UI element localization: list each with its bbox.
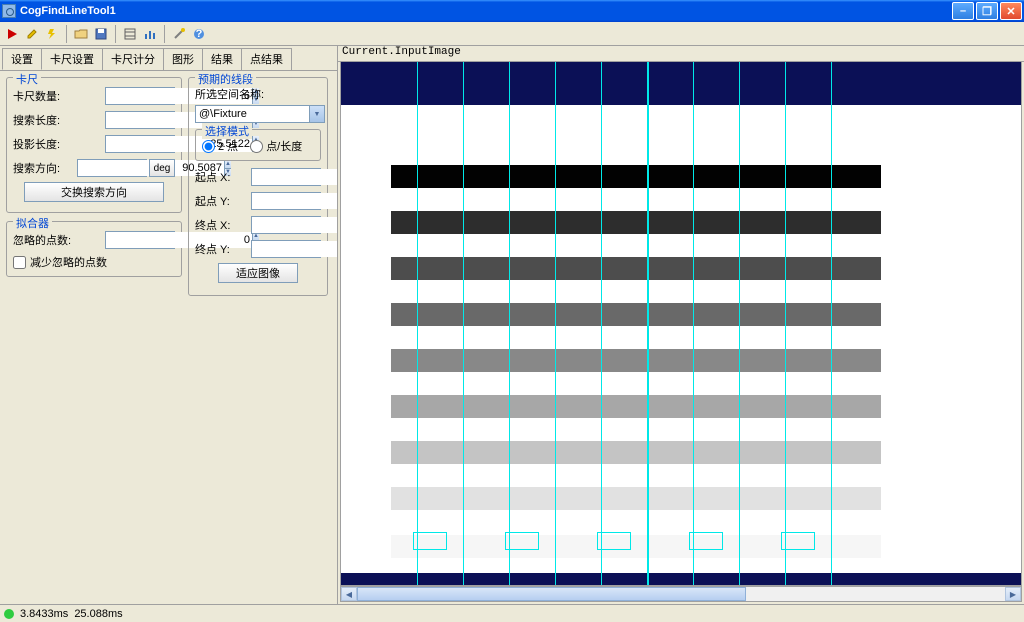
- caliper-line: [693, 62, 694, 586]
- tab-result[interactable]: 结果: [202, 48, 242, 70]
- mode-group-title: 选择模式: [202, 123, 252, 139]
- maximize-button[interactable]: ❐: [976, 2, 998, 20]
- tab-settings[interactable]: 设置: [2, 48, 42, 70]
- edit-icon[interactable]: [24, 26, 40, 42]
- close-button[interactable]: ✕: [1000, 2, 1022, 20]
- mode-ptlen-radio[interactable]: 点/长度: [250, 138, 302, 154]
- proj-len-spinner[interactable]: ▲▼: [105, 135, 175, 153]
- scroll-right-icon[interactable]: ▶: [1005, 587, 1021, 601]
- end-y-label: 终点 Y:: [195, 241, 251, 257]
- grayscale-band: [391, 257, 881, 280]
- fit-image-button[interactable]: 适应图像: [218, 263, 298, 283]
- caliper-group: 卡尺 卡尺数量: ▲▼ 搜索长度: ▲▼ 投影长度: ▲▼: [6, 77, 182, 213]
- statusbar: 3.8433ms 25.088ms: [0, 604, 1024, 622]
- window-title: CogFindLineTool1: [20, 5, 952, 17]
- status-time2: 25.088ms: [74, 608, 122, 620]
- end-y-spinner[interactable]: ▲▼: [251, 240, 321, 258]
- caliper-box: [781, 532, 815, 550]
- ignore-points-label: 忽略的点数:: [13, 232, 105, 248]
- chart-icon[interactable]: [142, 26, 158, 42]
- search-dir-spinner[interactable]: ▲▼: [77, 159, 147, 177]
- caliper-box: [597, 532, 631, 550]
- app-icon: [2, 4, 16, 18]
- space-label: 所选空间名称:: [195, 86, 321, 102]
- caliper-count-spinner[interactable]: ▲▼: [105, 87, 175, 105]
- end-x-label: 终点 X:: [195, 217, 251, 233]
- space-select[interactable]: @\Fixture▼: [195, 105, 325, 123]
- left-panel: 设置 卡尺设置 卡尺计分 图形 结果 点结果 卡尺 卡尺数量: ▲▼: [0, 46, 338, 604]
- grayscale-band: [391, 395, 881, 418]
- viewer-label: Current.InputImage: [338, 46, 1024, 62]
- caliper-line: [463, 62, 464, 586]
- horizontal-scrollbar[interactable]: ◀ ▶: [340, 586, 1022, 602]
- titlebar: CogFindLineTool1 – ❐ ✕: [0, 0, 1024, 22]
- mode-2pt-radio[interactable]: 2 点: [202, 138, 238, 154]
- caliper-line: [831, 62, 832, 586]
- caliper-line: [739, 62, 740, 586]
- segment-group-title: 预期的线段: [195, 71, 256, 87]
- grayscale-band: [391, 211, 881, 234]
- search-len-spinner[interactable]: ▲▼: [105, 111, 175, 129]
- help-icon[interactable]: ?: [191, 26, 207, 42]
- caliper-box: [413, 532, 447, 550]
- swap-search-dir-button[interactable]: 交换搜索方向: [24, 182, 164, 202]
- proj-len-label: 投影长度:: [13, 136, 105, 152]
- run-icon[interactable]: [4, 26, 20, 42]
- caliper-line: [509, 62, 510, 586]
- grid-icon[interactable]: [122, 26, 138, 42]
- image-viewer[interactable]: [340, 62, 1022, 586]
- fitter-group: 拟合器 忽略的点数: ▲▼ 减少忽略的点数: [6, 221, 182, 277]
- save-icon[interactable]: [93, 26, 109, 42]
- grayscale-band: [391, 303, 881, 326]
- caliper-line: [555, 62, 556, 586]
- tab-caliper-settings[interactable]: 卡尺设置: [41, 48, 103, 70]
- caliper-box: [689, 532, 723, 550]
- caliper-line: [417, 62, 418, 586]
- svg-text:?: ?: [196, 28, 203, 40]
- ignore-points-spinner[interactable]: ▲▼: [105, 231, 175, 249]
- wizard-icon[interactable]: [171, 26, 187, 42]
- reduce-ignore-checkbox[interactable]: [13, 256, 26, 269]
- folder-icon[interactable]: [73, 26, 89, 42]
- reduce-ignore-label: 减少忽略的点数: [30, 254, 107, 270]
- grayscale-band: [391, 165, 881, 188]
- direction-arrow-icon: [647, 62, 649, 586]
- start-y-label: 起点 Y:: [195, 193, 251, 209]
- grayscale-band: [391, 441, 881, 464]
- tab-bar: 设置 卡尺设置 卡尺计分 图形 结果 点结果: [0, 46, 337, 71]
- grayscale-band: [391, 487, 881, 510]
- search-dir-label: 搜索方向:: [13, 160, 77, 176]
- grayscale-band: [391, 349, 881, 372]
- deg-button[interactable]: deg: [149, 159, 175, 177]
- caliper-box: [505, 532, 539, 550]
- status-indicator-icon: [4, 609, 14, 619]
- segment-group: 预期的线段 所选空间名称: @\Fixture▼ 选择模式 2 点 点/长度: [188, 77, 328, 296]
- start-x-label: 起点 X:: [195, 169, 251, 185]
- tab-point-result[interactable]: 点结果: [241, 48, 292, 70]
- flash-icon[interactable]: [44, 26, 60, 42]
- tab-caliper-score[interactable]: 卡尺计分: [102, 48, 164, 70]
- end-x-spinner[interactable]: ▲▼: [251, 216, 321, 234]
- caliper-group-title: 卡尺: [13, 71, 41, 87]
- caliper-line: [785, 62, 786, 586]
- toolbar: ?: [0, 22, 1024, 46]
- start-y-spinner[interactable]: ▲▼: [251, 192, 321, 210]
- status-time1: 3.8433ms: [20, 608, 68, 620]
- start-x-spinner[interactable]: ▲▼: [251, 168, 321, 186]
- scroll-left-icon[interactable]: ◀: [341, 587, 357, 601]
- tab-graphic[interactable]: 图形: [163, 48, 203, 70]
- fitter-group-title: 拟合器: [13, 215, 52, 231]
- caliper-count-label: 卡尺数量:: [13, 88, 105, 104]
- caliper-line: [601, 62, 602, 586]
- search-len-label: 搜索长度:: [13, 112, 105, 128]
- minimize-button[interactable]: –: [952, 2, 974, 20]
